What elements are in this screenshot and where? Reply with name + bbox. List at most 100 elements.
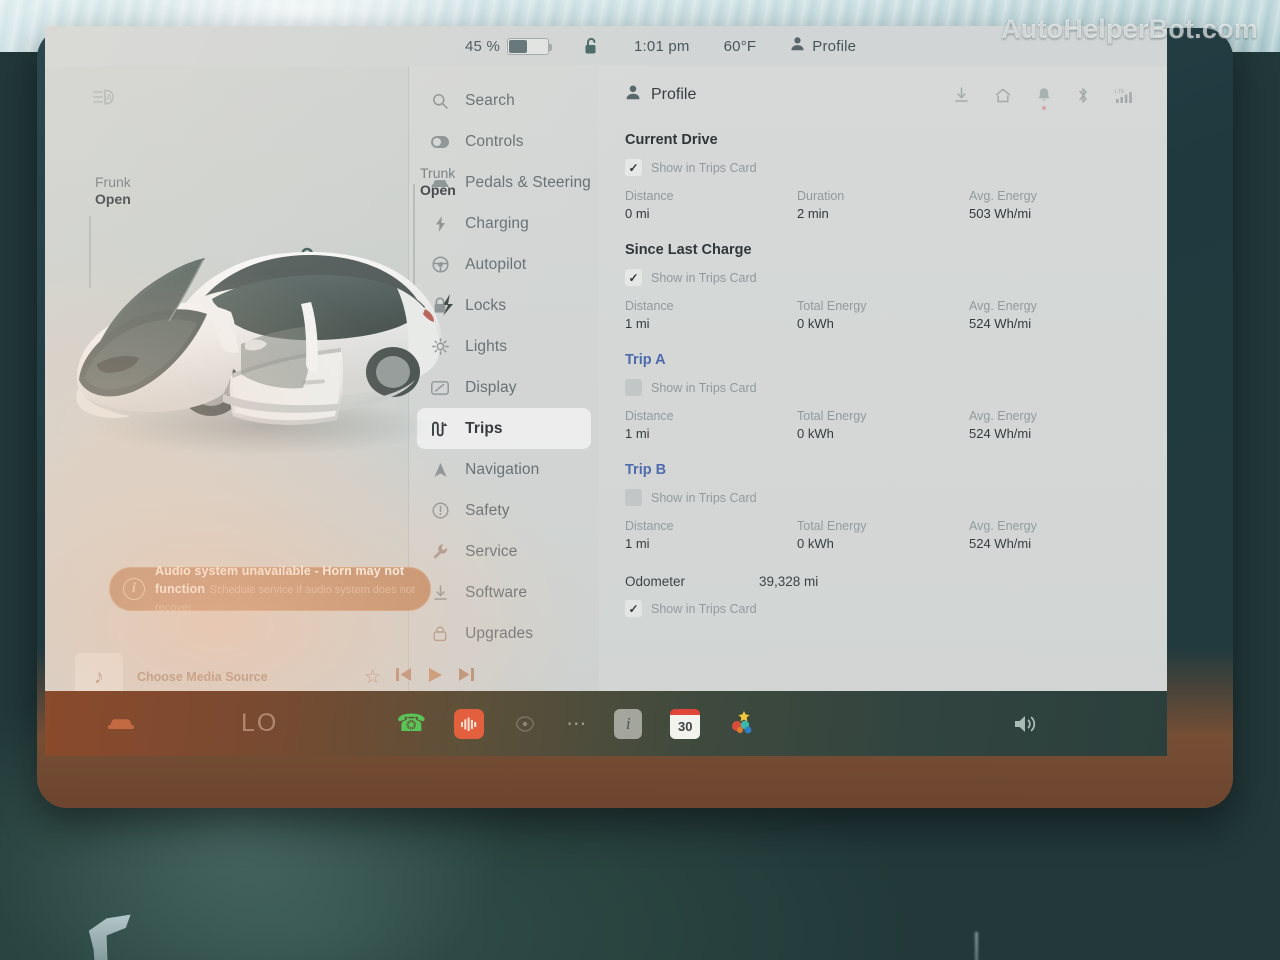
stat-duration: Duration 2 min: [797, 188, 969, 222]
stat-avg-energy: Avg. Energy 503 Wh/mi: [969, 188, 1141, 222]
outside-temperature-label: 60°F: [723, 37, 757, 55]
show-in-trips-card-toggle[interactable]: ✓ Show in Trips Card: [625, 489, 1141, 506]
battery-icon: [507, 37, 552, 55]
stat-value: 0 kWh: [797, 536, 834, 551]
unlock-icon[interactable]: [583, 37, 600, 56]
stat-key: Total Energy: [797, 409, 867, 423]
sidebar-item-search[interactable]: Search: [417, 80, 591, 121]
sidebar-label: Software: [465, 583, 528, 601]
stat-distance: Distance 1 mi: [625, 408, 797, 442]
media-source-label[interactable]: Choose Media Source: [137, 670, 350, 684]
stat-value: 503 Wh/mi: [969, 206, 1032, 221]
section-title-current-drive: Current Drive: [625, 132, 718, 148]
stat-value: 1 mi: [625, 536, 650, 551]
battery-fill: [509, 39, 527, 53]
sidebar-item-safety[interactable]: Safety: [417, 490, 591, 531]
car-icon[interactable]: [107, 716, 135, 732]
stat-key: Distance: [625, 299, 674, 313]
stat-key: Total Energy: [797, 299, 867, 313]
sidebar-item-software[interactable]: Software: [417, 572, 591, 613]
stat-value: 1 mi: [625, 426, 650, 441]
stats-row-trip-b: Distance 1 mi Total Energy 0 kWh Avg. En…: [625, 518, 1141, 552]
play-icon[interactable]: [426, 666, 444, 689]
stats-row-current-drive: Distance 0 mi Duration 2 min Avg. Energy…: [625, 188, 1141, 222]
detail-status-icons: LTE: [954, 87, 1141, 110]
checkbox-label: Show in Trips Card: [651, 160, 757, 175]
calendar-icon[interactable]: 30: [670, 708, 701, 739]
vehicle-illustration: [45, 176, 485, 476]
sidebar-label: Safety: [465, 501, 510, 519]
light-icon: [431, 338, 449, 355]
stat-avg-energy: Avg. Energy 524 Wh/mi: [969, 408, 1141, 442]
stat-key: Total Energy: [797, 519, 867, 533]
notification-dot: [1042, 106, 1046, 110]
bell-icon[interactable]: [1037, 87, 1051, 110]
profile-button[interactable]: Profile: [790, 36, 856, 56]
navigation-icon: [431, 462, 449, 478]
media-waveform-icon[interactable]: [454, 708, 485, 739]
volume-icon[interactable]: [1013, 713, 1039, 735]
stat-value: 524 Wh/mi: [969, 426, 1032, 441]
trips-detail-panel: Profile LTE Current Drive ✓ Show in Trip…: [599, 66, 1167, 691]
stat-avg-energy: Avg. Energy 524 Wh/mi: [969, 518, 1141, 552]
sidebar-item-upgrades[interactable]: Upgrades: [417, 613, 591, 654]
stat-key: Duration: [797, 189, 845, 203]
stat-value: 2 min: [797, 206, 829, 221]
stat-distance: Distance 1 mi: [625, 518, 797, 552]
odometer-row: Odometer 39,328 mi: [625, 574, 1141, 589]
apps-icon[interactable]: [726, 709, 758, 739]
star-icon[interactable]: ☆: [364, 666, 381, 689]
download-icon: [431, 584, 449, 601]
stat-key: Distance: [625, 409, 674, 423]
stat-distance: Distance 0 mi: [625, 188, 797, 222]
bluetooth-icon[interactable]: [1077, 87, 1089, 104]
stat-value: 524 Wh/mi: [969, 536, 1032, 551]
info-app-icon[interactable]: i: [614, 708, 643, 739]
status-bar: 45 % 1:01 pm 60°F Profile: [45, 26, 1167, 66]
lock-icon: [431, 297, 449, 314]
checkbox-label: Show in Trips Card: [651, 601, 757, 616]
stat-key: Avg. Energy: [969, 519, 1037, 533]
stat-key: Avg. Energy: [969, 409, 1037, 423]
home-icon[interactable]: [995, 88, 1011, 103]
main-content: A Frunk Open Trunk Open i Audio system u…: [45, 66, 1167, 691]
sidebar-label: Service: [465, 542, 518, 560]
section-title-trip-b[interactable]: Trip B: [625, 462, 1141, 478]
show-in-trips-card-toggle[interactable]: ✓ Show in Trips Card: [625, 379, 1141, 396]
battery-indicator[interactable]: 45 %: [465, 37, 552, 55]
skip-next-icon[interactable]: [458, 666, 475, 688]
phone-icon[interactable]: ☎: [396, 709, 426, 738]
media-player-bar[interactable]: ♪ Choose Media Source ☆: [75, 649, 475, 691]
alert-banner[interactable]: i Audio system unavailable - Horn may no…: [109, 564, 431, 614]
show-in-trips-card-toggle[interactable]: ✓ Show in Trips Card: [625, 600, 1141, 617]
tesla-touchscreen[interactable]: 45 % 1:01 pm 60°F Profile A Frunk Open T…: [45, 26, 1167, 691]
checkbox-label: Show in Trips Card: [651, 490, 757, 505]
show-in-trips-card-toggle[interactable]: ✓ Show in Trips Card: [625, 269, 1141, 286]
person-icon: [625, 84, 641, 106]
sidebar-label: Upgrades: [465, 624, 534, 642]
display-icon: [431, 380, 450, 395]
vehicle-visualization-pane[interactable]: A Frunk Open Trunk Open i Audio system u…: [45, 66, 474, 691]
sidebar-item-controls[interactable]: Controls: [417, 121, 591, 162]
show-in-trips-card-toggle[interactable]: ✓ Show in Trips Card: [625, 159, 1141, 176]
stat-value: 1 mi: [625, 316, 650, 331]
skip-previous-icon[interactable]: [395, 666, 412, 688]
stat-key: Distance: [625, 189, 674, 203]
checkbox-unchecked-icon: ✓: [625, 379, 642, 396]
stats-row-trip-a: Distance 1 mi Total Energy 0 kWh Avg. En…: [625, 408, 1141, 442]
more-dots-icon[interactable]: ⋯: [566, 711, 588, 736]
checkbox-checked-icon: ✓: [625, 159, 642, 176]
odometer-value: 39,328 mi: [759, 574, 819, 589]
stat-total-energy: Total Energy 0 kWh: [797, 298, 969, 332]
climate-temperature-label[interactable]: LO: [241, 709, 278, 738]
sidebar-item-service[interactable]: Service: [417, 531, 591, 572]
stat-key: Avg. Energy: [969, 189, 1037, 203]
lte-signal-icon[interactable]: LTE: [1115, 87, 1141, 104]
section-title-trip-a[interactable]: Trip A: [625, 352, 1141, 368]
music-note-icon: ♪: [75, 653, 123, 691]
camera-icon[interactable]: [514, 714, 536, 734]
download-icon[interactable]: [954, 87, 969, 103]
stat-value: 0 mi: [625, 206, 650, 221]
auto-headlight-icon: A: [93, 88, 121, 111]
sidebar-label: Controls: [465, 132, 524, 150]
